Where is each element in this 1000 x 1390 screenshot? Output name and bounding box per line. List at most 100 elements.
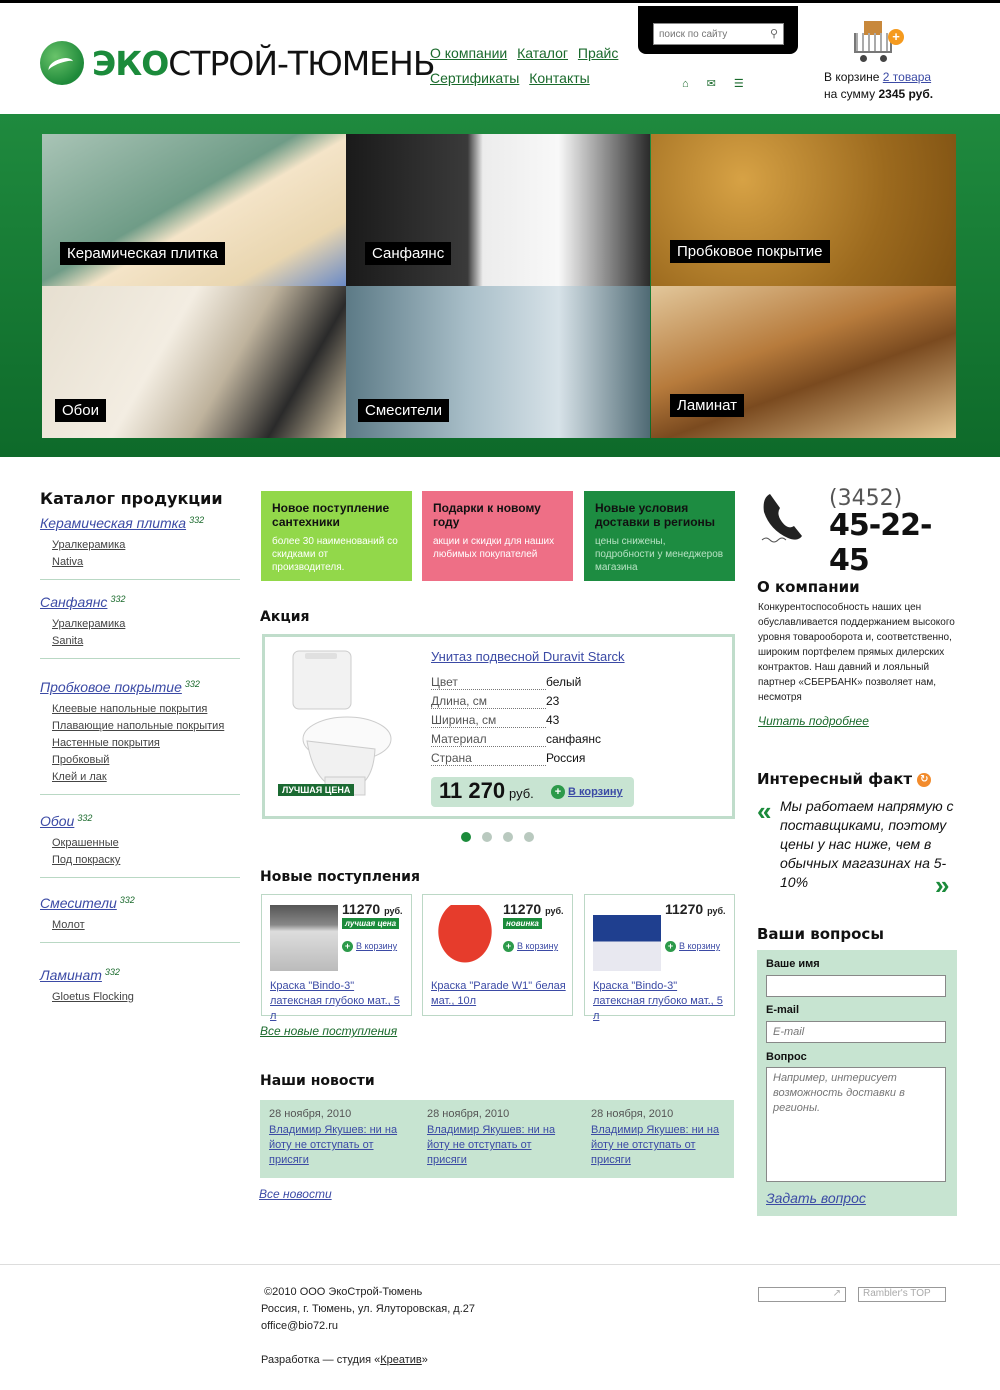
- home-icon[interactable]: ⌂: [682, 78, 689, 90]
- add-to-cart-button[interactable]: + В корзину: [665, 941, 720, 953]
- news-link[interactable]: Владимир Якушев: ни на йоту не отступать…: [269, 1123, 409, 1168]
- slider-dot[interactable]: [503, 832, 513, 842]
- slider-dot[interactable]: [524, 832, 534, 842]
- refresh-icon[interactable]: ↻: [917, 772, 932, 787]
- sitemap-icon[interactable]: ☰: [734, 78, 744, 90]
- all-new-arrivals-link[interactable]: Все новые поступления: [260, 1024, 397, 1038]
- phone-icon: [761, 494, 802, 543]
- product-image[interactable]: [270, 905, 338, 971]
- catalog-sub-link[interactable]: Клей и лак: [52, 769, 240, 786]
- search-box: ⚲: [638, 6, 798, 54]
- catalog-link[interactable]: Обои: [40, 813, 74, 829]
- spec-row: Длина, см 23: [431, 694, 560, 709]
- catalog-link[interactable]: Ламинат: [40, 967, 102, 983]
- product-image[interactable]: [593, 905, 661, 971]
- catalog-sub-link[interactable]: Уралкерамика: [52, 537, 240, 554]
- divider: [40, 942, 240, 943]
- tile-mixers[interactable]: Смесители: [346, 286, 650, 438]
- catalog-sub-link[interactable]: Gloetus Flocking: [52, 989, 240, 1006]
- catalog-sub-link[interactable]: Плавающие напольные покрытия: [52, 718, 240, 735]
- news-link[interactable]: Владимир Якушев: ни на йоту не отступать…: [427, 1123, 567, 1168]
- search-input[interactable]: [653, 23, 784, 45]
- catalog-sub-link[interactable]: Nativa: [52, 554, 240, 571]
- about-title: О компании: [757, 578, 860, 596]
- promo-card[interactable]: Новое поступление сантехники более 30 наи…: [261, 491, 412, 581]
- search-icon[interactable]: ⚲: [770, 27, 778, 40]
- catalog-link[interactable]: Смесители: [40, 895, 117, 911]
- tile-label: Пробковое покрытие: [670, 240, 830, 263]
- add-to-cart-button[interactable]: + В корзину: [503, 941, 558, 953]
- read-more-link[interactable]: Читать подробнее: [758, 714, 869, 728]
- news-item: 28 ноября, 2010 Владимир Якушев: ни на йо…: [591, 1108, 731, 1168]
- catalog-link[interactable]: Пробковое покрытие: [40, 679, 182, 695]
- akcia-product-link[interactable]: Унитаз подвесной Duravit Starck: [431, 649, 625, 664]
- slider-dot[interactable]: [482, 832, 492, 842]
- plus-icon: +: [551, 784, 565, 799]
- rambler-counter[interactable]: Rambler's TOP: [858, 1287, 946, 1302]
- promo-text: акции и скидки для наших любимых покупат…: [433, 536, 555, 560]
- phone-number[interactable]: 45-22-45: [829, 508, 958, 578]
- nav-certificates[interactable]: Сертификаты: [430, 70, 519, 86]
- cart-items-link[interactable]: 2 товара: [883, 70, 931, 84]
- nav-about[interactable]: О компании: [430, 45, 507, 61]
- top-nav: О компании Каталог Прайс Сертификаты Кон…: [430, 41, 630, 91]
- cart-total: 2345 руб.: [878, 87, 934, 101]
- product-image[interactable]: [431, 905, 499, 971]
- mail-icon[interactable]: ✉: [707, 78, 716, 90]
- news-date: 28 ноября, 2010: [427, 1108, 510, 1120]
- promo-card[interactable]: Подарки к новому году акции и скидки для …: [422, 491, 573, 581]
- footer-email[interactable]: office@bio72.ru: [261, 1318, 475, 1335]
- cart-summary: В корзине 2 товара на сумму 2345 руб.: [824, 70, 934, 101]
- cart-icon[interactable]: +: [852, 21, 906, 63]
- question-textarea[interactable]: [766, 1067, 946, 1182]
- akcia-currency: руб.: [509, 786, 534, 801]
- logo[interactable]: ЭКОСТРОЙ-ТЮМЕНЬ: [40, 39, 435, 87]
- news-title: Наши новости: [260, 1073, 375, 1089]
- nav-price[interactable]: Прайс: [578, 45, 618, 61]
- nav-catalog[interactable]: Каталог: [517, 45, 568, 61]
- catalog-link[interactable]: Санфаянс: [40, 594, 107, 610]
- news-link[interactable]: Владимир Якушев: ни на йоту не отступать…: [591, 1123, 731, 1168]
- tile-laminate[interactable]: Ламинат: [651, 286, 956, 438]
- product-name-link[interactable]: Краска "Parade W1" белая мат., 10л: [431, 979, 566, 1009]
- add-to-cart-label: В корзину: [568, 786, 623, 798]
- studio-link[interactable]: Креатив: [380, 1354, 422, 1366]
- nav-contacts[interactable]: Контакты: [529, 70, 589, 86]
- tile-wallpaper[interactable]: Обои: [42, 286, 346, 438]
- slider-dot[interactable]: [461, 832, 471, 842]
- catalog-group: Керамическая плитка 332 Уралкерамика Nativ…: [40, 515, 240, 580]
- product-name-link[interactable]: Краска "Bindo-3" латексная глубоко мат.,…: [593, 979, 728, 1024]
- header-icons: ⌂ ✉ ☰: [682, 77, 762, 90]
- catalog-group: Ламинат 332 Gloetus Flocking: [40, 967, 240, 1006]
- submit-question-link[interactable]: Задать вопрос: [766, 1190, 866, 1206]
- catalog-link[interactable]: Керамическая плитка: [40, 515, 186, 531]
- catalog-sub-link[interactable]: Sanita: [52, 633, 240, 650]
- catalog-group: Обои 332 Окрашенные Под покраску: [40, 813, 240, 878]
- address: Россия, г. Тюмень, ул. Ялуторовская, д.2…: [261, 1303, 476, 1315]
- tile-sanfayans[interactable]: Санфаянс: [346, 134, 650, 286]
- spec-row: Материал санфаянс: [431, 732, 601, 747]
- promo-card[interactable]: Новые условия доставки в регионы цены сни…: [584, 491, 735, 581]
- catalog-group: Смесители 332 Молот: [40, 895, 240, 943]
- news-box: 28 ноября, 2010 Владимир Якушев: ни на йо…: [260, 1100, 734, 1178]
- catalog-sub-link[interactable]: Окрашенные: [52, 835, 240, 852]
- tile-ceramic[interactable]: Керамическая плитка: [42, 134, 346, 286]
- catalog-group: Пробковое покрытие 332 Клеевые напольные …: [40, 679, 240, 795]
- add-to-cart-button[interactable]: + В корзину: [342, 941, 397, 953]
- news-item: 28 ноября, 2010 Владимир Якушев: ни на йо…: [269, 1108, 409, 1168]
- all-news-link[interactable]: Все новости: [259, 1187, 332, 1201]
- catalog-count: 332: [104, 967, 120, 977]
- name-field[interactable]: [766, 975, 946, 997]
- add-to-cart-button[interactable]: + В корзину: [551, 784, 623, 799]
- product-name-link[interactable]: Краска "Bindo-3" латексная глубоко мат.,…: [270, 979, 405, 1024]
- catalog-sub-link[interactable]: Пробковый: [52, 752, 240, 769]
- counter-badge[interactable]: ↗: [758, 1287, 846, 1302]
- catalog-sub-link[interactable]: Под покраску: [52, 852, 240, 869]
- catalog-sub-link[interactable]: Уралкерамика: [52, 616, 240, 633]
- email-field[interactable]: [766, 1021, 946, 1043]
- tile-cork[interactable]: Пробковое покрытие: [651, 134, 956, 286]
- catalog-sub-link[interactable]: Клеевые напольные покрытия: [52, 701, 240, 718]
- catalog-sub-link[interactable]: Молот: [52, 917, 240, 934]
- fact-text: Мы работаем напрямую с поставщиками, поэ…: [780, 798, 954, 890]
- catalog-sub-link[interactable]: Настенные покрытия: [52, 735, 240, 752]
